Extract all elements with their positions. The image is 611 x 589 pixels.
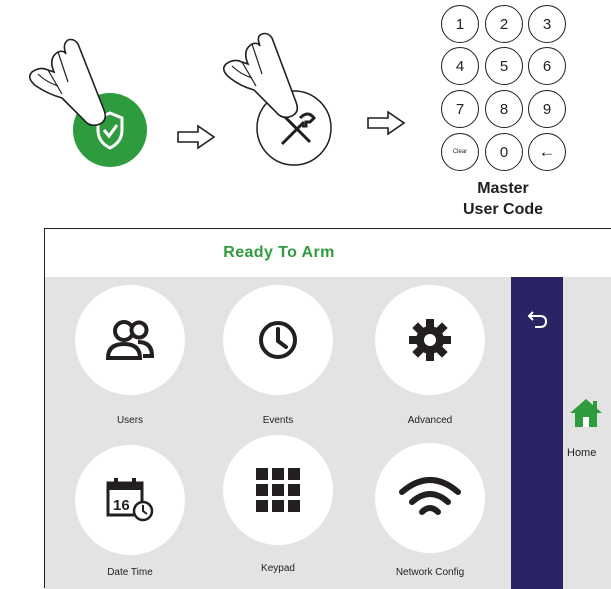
caption-line-2: User Code: [462, 201, 544, 218]
users-tile[interactable]: [75, 285, 185, 395]
keypad-key-0: 0: [485, 133, 523, 171]
press-shield-illustration: [28, 38, 147, 167]
advanced-label: Advanced: [407, 415, 453, 426]
keypad-key-3: 3: [528, 5, 566, 43]
keypad-key-9: 9: [528, 90, 566, 128]
keypad-key-1: 1: [441, 5, 479, 43]
side-navigation-bar: [511, 277, 563, 589]
press-tools-illustration: [222, 32, 332, 166]
users-icon: [105, 320, 155, 360]
clock-icon: [259, 321, 297, 359]
back-arrow-icon[interactable]: [527, 309, 549, 329]
home-label[interactable]: Home: [567, 447, 596, 459]
network-config-tile[interactable]: [375, 443, 485, 553]
keypad-key-8: 8: [485, 90, 523, 128]
gear-icon: [409, 319, 451, 361]
events-label: Events: [262, 415, 294, 426]
svg-text:16: 16: [113, 497, 130, 514]
master-user-code-caption: Master User Code: [430, 178, 576, 220]
keypad-key-backspace: ←: [528, 133, 566, 171]
keypad-tile[interactable]: [223, 435, 333, 545]
status-text: Ready To Arm: [223, 244, 335, 261]
keypad-key-clear: Clear: [441, 133, 479, 171]
keypad-key-7: 7: [441, 90, 479, 128]
panel-screen: Ready To Arm Users Events Advanced 16 Da…: [44, 228, 611, 589]
status-bar: Ready To Arm: [45, 229, 611, 277]
keypad-key-5: 5: [485, 47, 523, 85]
advanced-tile[interactable]: [375, 285, 485, 395]
keypad-key-4: 4: [441, 47, 479, 85]
wifi-icon: [399, 477, 461, 515]
calendar-icon: 16: [106, 478, 154, 522]
home-icon[interactable]: [569, 397, 603, 429]
caption-line-1: Master: [477, 180, 529, 197]
next-arrow-icon: [367, 110, 406, 136]
date-time-tile[interactable]: 16: [75, 445, 185, 555]
users-label: Users: [116, 415, 144, 426]
events-tile[interactable]: [223, 285, 333, 395]
keypad-label: Keypad: [261, 563, 295, 574]
keypad-key-6: 6: [528, 47, 566, 85]
keypad-grid-icon: [256, 468, 300, 512]
network-config-label: Network Config: [395, 567, 465, 578]
keypad-key-2: 2: [485, 5, 523, 43]
date-time-label: Date Time: [107, 567, 153, 578]
